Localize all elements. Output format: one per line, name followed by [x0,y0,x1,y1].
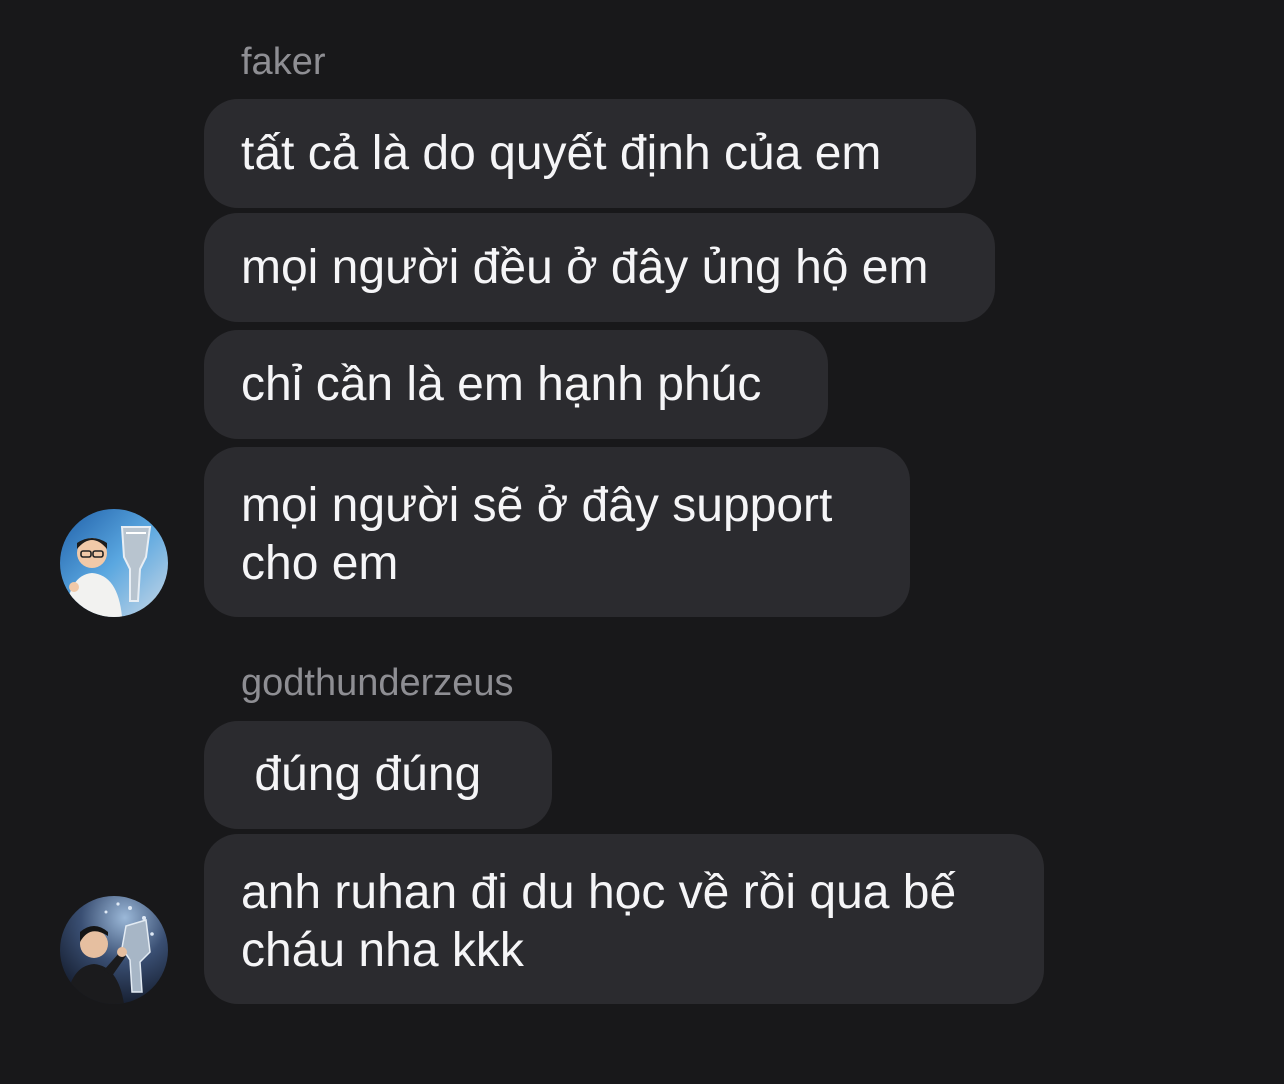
avatar-faker-image [60,509,168,617]
message-text: đúng đúng [241,748,482,801]
message-text: chỉ cần là em hạnh phúc [241,357,762,411]
message-text: mọi người sẽ ở đây support cho em [241,479,833,590]
avatar-godthunderzeus-image [60,896,168,1004]
avatar-faker-icon[interactable] [60,509,168,617]
message-bubble[interactable]: chỉ cần là em hạnh phúc [204,330,828,439]
sender-name[interactable]: godthunderzeus [241,661,514,705]
message-bubble[interactable]: đúng đúng [204,721,552,829]
message-bubble[interactable]: mọi người sẽ ở đây support cho em [204,447,910,617]
sender-name[interactable]: faker [241,40,325,84]
message-text: mọi người đều ở đây ủng hộ em [241,240,929,294]
message-text: anh ruhan đi du học về rồi qua bế cháu n… [241,866,957,977]
message-bubble[interactable]: anh ruhan đi du học về rồi qua bế cháu n… [204,834,1044,1004]
message-bubble[interactable]: tất cả là do quyết định của em [204,99,976,208]
avatar-godthunderzeus-icon[interactable] [60,896,168,1004]
message-bubble[interactable]: mọi người đều ở đây ủng hộ em [204,213,995,322]
message-text: tất cả là do quyết định của em [241,126,882,180]
